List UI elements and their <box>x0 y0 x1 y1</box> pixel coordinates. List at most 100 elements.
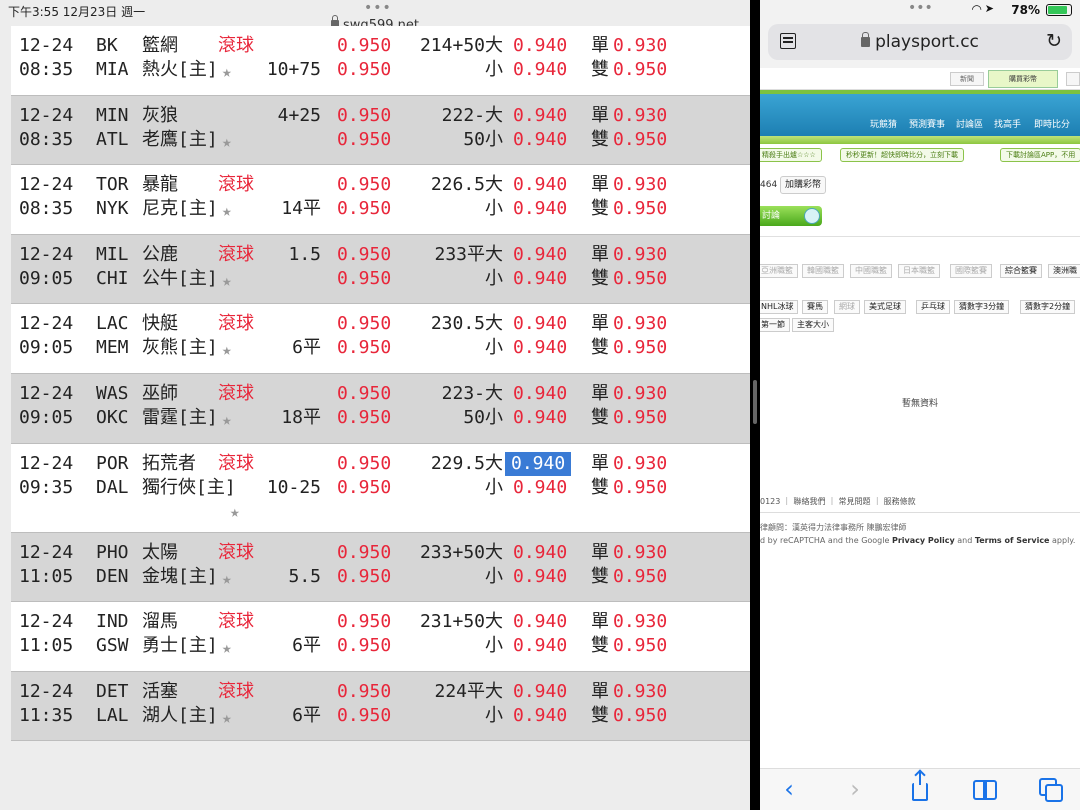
home-spread-odds[interactable]: 0.950 <box>337 565 391 589</box>
odd-odds[interactable]: 0.930 <box>613 680 667 704</box>
live-tag[interactable]: 滾球 <box>218 610 254 634</box>
ticker-item[interactable]: 秒秒更新！超快即時比分，立刻下載 <box>840 148 964 162</box>
multitask-dots-icon[interactable]: ••• <box>908 0 933 16</box>
divider-handle[interactable] <box>753 380 757 424</box>
category-tag[interactable]: 美式足球 <box>864 300 906 314</box>
over-odds[interactable]: 0.940 <box>513 34 567 58</box>
favorite-star-icon[interactable]: ★ <box>230 500 240 524</box>
over-odds[interactable]: 0.940 <box>513 104 567 128</box>
category-tag[interactable]: 主客大小 <box>792 318 834 332</box>
category-tag[interactable]: 猜數字3分鐘 <box>954 300 1010 314</box>
under-odds[interactable]: 0.940 <box>513 565 567 589</box>
back-icon[interactable]: ‹ <box>775 775 803 803</box>
under-odds[interactable]: 0.940 <box>513 704 567 728</box>
home-spread-odds[interactable]: 0.950 <box>337 58 391 82</box>
odd-odds[interactable]: 0.930 <box>613 104 667 128</box>
game-row[interactable]: 12-24 08:35 TOR NYK 暴龍 尼克[主] 滾球 0.950 0.950 單 0.93… <box>11 165 750 235</box>
game-row[interactable]: 12-24 09:05 LAC MEM 快艇 灰熊[主] 滾球 0.950 0.950 單 0.93… <box>11 304 750 374</box>
bookmarks-icon[interactable] <box>971 775 999 803</box>
even-odds[interactable]: 0.950 <box>613 197 667 221</box>
away-spread-odds[interactable]: 0.950 <box>337 104 391 128</box>
live-tag[interactable]: 滾球 <box>218 541 254 565</box>
nav-item-forum[interactable]: 討論區 <box>956 117 983 130</box>
under-odds[interactable]: 0.940 <box>513 267 567 291</box>
under-odds[interactable]: 0.940 <box>513 128 567 152</box>
favorite-star-icon[interactable]: ★ <box>222 130 232 154</box>
favorite-star-icon[interactable]: ★ <box>222 567 232 591</box>
odd-odds[interactable]: 0.930 <box>613 312 667 336</box>
nav-item-experts[interactable]: 找高手 <box>994 117 1021 130</box>
under-odds[interactable]: 0.940 <box>513 406 567 430</box>
home-spread-odds[interactable]: 0.950 <box>337 267 391 291</box>
under-odds[interactable]: 0.940 <box>513 336 567 360</box>
under-odds[interactable]: 0.940 <box>513 476 567 500</box>
favorite-star-icon[interactable]: ★ <box>222 60 232 84</box>
share-icon[interactable] <box>906 771 934 803</box>
nav-item-predict[interactable]: 預測賽事 <box>909 117 945 130</box>
footer-links[interactable]: 0123 ｜ 聯絡我們 ｜ 常見問題 ｜ 服務條款 <box>760 496 916 507</box>
away-spread-odds[interactable]: 0.950 <box>337 173 391 197</box>
multitask-dots-icon[interactable]: ••• <box>364 0 392 16</box>
category-tag[interactable]: 賽馬 <box>802 300 828 314</box>
favorite-star-icon[interactable]: ★ <box>222 408 232 432</box>
game-row[interactable]: 12-24 11:05 PHO DEN 太陽 金塊[主] 滾球 0.950 0.950 單 0.93… <box>11 532 750 603</box>
category-tag[interactable]: 網球 <box>834 300 860 314</box>
over-odds[interactable]: 0.940 <box>513 312 567 336</box>
live-tag[interactable]: 滾球 <box>218 680 254 704</box>
buy-coins-top-button[interactable]: 購買彩幣 <box>988 70 1058 88</box>
under-odds[interactable]: 0.940 <box>513 58 567 82</box>
even-odds[interactable]: 0.950 <box>613 704 667 728</box>
away-spread-odds[interactable]: 0.950 <box>337 312 391 336</box>
home-spread-odds[interactable]: 0.950 <box>337 128 391 152</box>
even-odds[interactable]: 0.950 <box>613 634 667 658</box>
category-tag[interactable]: 澳洲職 <box>1048 264 1080 278</box>
even-odds[interactable]: 0.950 <box>613 336 667 360</box>
category-tag[interactable]: 韓國職籃 <box>802 264 844 278</box>
category-tag[interactable]: 第一節 <box>760 318 790 332</box>
favorite-star-icon[interactable]: ★ <box>222 199 232 223</box>
game-row[interactable]: 12-24 08:35 MIN ATL 灰狼 老鷹[主] 0.950 0.950 單 0.930 雙… <box>11 95 750 166</box>
address-domain[interactable]: playsport.cc <box>768 32 1072 52</box>
category-tag[interactable]: 亞洲職籃 <box>760 264 798 278</box>
over-odds[interactable]: 0.940 <box>513 610 567 634</box>
category-tag[interactable]: 猜數字2分鐘 <box>1020 300 1076 314</box>
category-tag[interactable]: 日本職籃 <box>898 264 940 278</box>
ticker-item[interactable]: 下載討論區APP，不用 <box>1000 148 1080 162</box>
away-spread-odds[interactable]: 0.950 <box>337 610 391 634</box>
favorite-star-icon[interactable]: ★ <box>222 338 232 362</box>
top-misc-button[interactable] <box>1066 72 1080 86</box>
odd-odds[interactable]: 0.930 <box>613 173 667 197</box>
category-tag[interactable]: 中國職籃 <box>850 264 892 278</box>
odd-odds[interactable]: 0.930 <box>613 452 667 476</box>
away-spread-odds[interactable]: 0.950 <box>337 382 391 406</box>
away-spread-odds[interactable]: 0.950 <box>337 452 391 476</box>
away-spread-odds[interactable]: 0.950 <box>337 680 391 704</box>
game-row[interactable]: 12-24 09:35 POR DAL 拓荒者 獨行俠[主] 滾球 0.950 0.950 單 0.… <box>11 443 750 533</box>
away-spread-odds[interactable]: 0.950 <box>337 541 391 565</box>
split-view-divider[interactable] <box>750 0 760 810</box>
category-tag[interactable]: 國際籃賽 <box>950 264 992 278</box>
odd-odds[interactable]: 0.930 <box>613 34 667 58</box>
ticker-item[interactable]: 精殺手出爐☆☆☆ <box>760 148 822 162</box>
discuss-button[interactable]: 討論 <box>760 206 822 226</box>
favorite-star-icon[interactable]: ★ <box>222 636 232 660</box>
odd-odds[interactable]: 0.930 <box>613 382 667 406</box>
privacy-link[interactable]: Privacy Policy <box>892 536 955 545</box>
live-tag[interactable]: 滾球 <box>218 34 254 58</box>
address-bar[interactable]: playsport.cc ↻ <box>768 24 1072 60</box>
news-button[interactable]: 新聞 <box>950 72 984 86</box>
reload-icon[interactable]: ↻ <box>1046 30 1062 52</box>
game-row[interactable]: 12-24 09:05 WAS OKC 巫師 雷霆[主] 滾球 0.950 0.950 單 0.93… <box>11 373 750 444</box>
odd-odds[interactable]: 0.930 <box>613 243 667 267</box>
game-row[interactable]: 12-24 08:35 BK MIA 籃網 熱火[主] 滾球 0.950 0.950 單 0.930… <box>11 26 750 96</box>
live-tag[interactable]: 滾球 <box>218 382 254 406</box>
favorite-star-icon[interactable]: ★ <box>222 269 232 293</box>
game-row[interactable]: 12-24 09:05 MIL CHI 公鹿 公牛[主] 滾球 0.950 0.950 單 0.93… <box>11 234 750 305</box>
away-spread-odds[interactable]: 0.950 <box>337 34 391 58</box>
over-odds[interactable]: 0.940 <box>513 382 567 406</box>
category-tag[interactable]: 乒乓球 <box>916 300 950 314</box>
category-tag[interactable]: 綜合籃賽 <box>1000 264 1042 278</box>
even-odds[interactable]: 0.950 <box>613 476 667 500</box>
even-odds[interactable]: 0.950 <box>613 406 667 430</box>
home-spread-odds[interactable]: 0.950 <box>337 406 391 430</box>
